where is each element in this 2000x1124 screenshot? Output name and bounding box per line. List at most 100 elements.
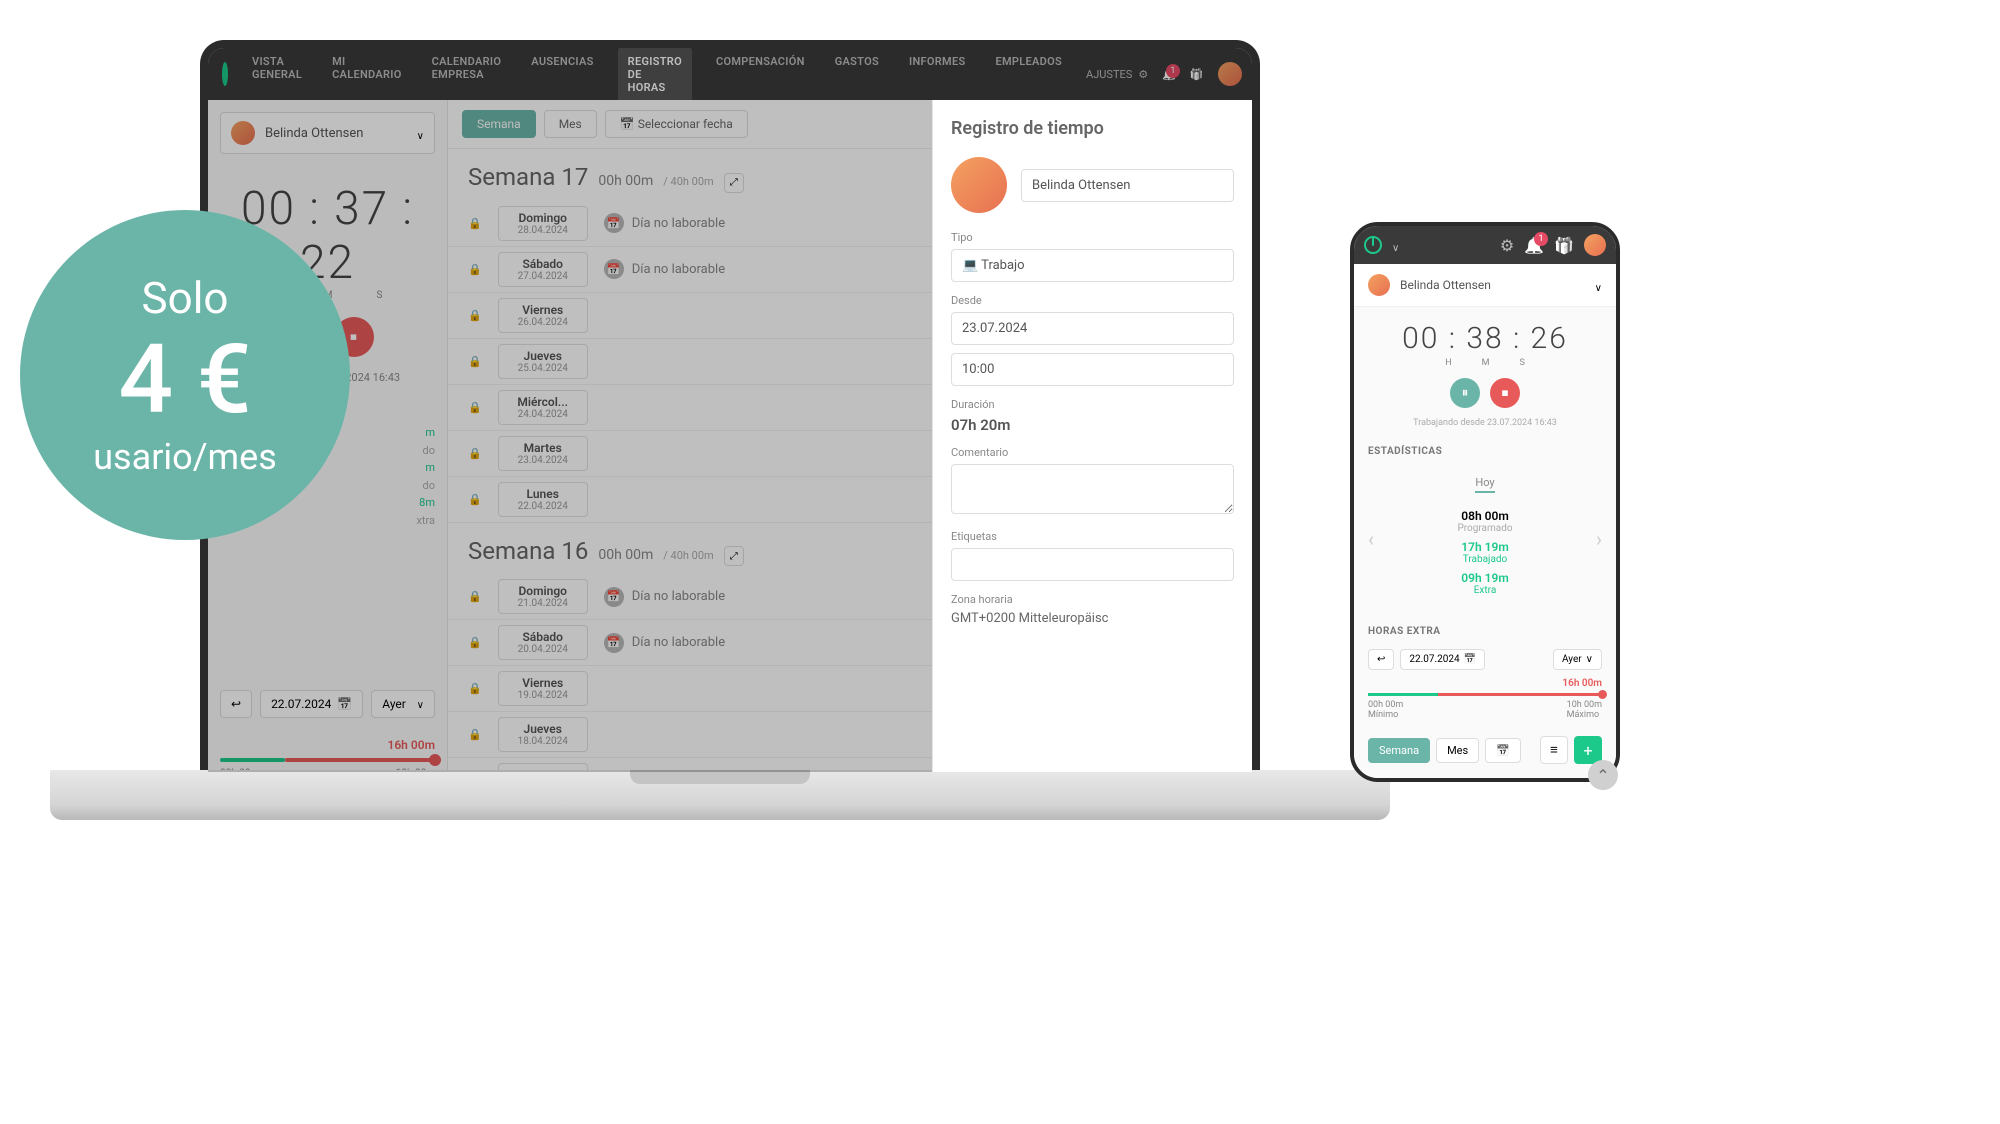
pause-button[interactable]	[1450, 378, 1480, 408]
day-label: Jueves 25.04.2024	[498, 344, 588, 379]
nonwork-icon: 📅	[604, 259, 624, 279]
phone-body: Belinda Ottensen 00 : 38 : 26 H M S Trab…	[1354, 264, 1616, 778]
tab-mes[interactable]: Mes	[1436, 738, 1479, 763]
ayer-select[interactable]: Ayer	[1553, 649, 1602, 670]
chevron-right-icon[interactable]: ›	[1596, 527, 1602, 551]
gift-icon[interactable]	[1554, 236, 1574, 255]
chevron-down-icon[interactable]	[1392, 236, 1399, 255]
day-label: Lunes 22.04.2024	[498, 482, 588, 517]
nav-item-ausencias[interactable]: AUSENCIAS	[525, 48, 599, 102]
sidebar-date-row: 22.07.2024 Ayer	[220, 690, 435, 718]
calendar-icon	[1464, 654, 1476, 665]
nav-item-compensación[interactable]: COMPENSACIÓN	[710, 48, 811, 102]
date-value: 22.07.2024	[271, 697, 331, 711]
date-picker[interactable]: 22.07.2024	[1400, 649, 1485, 670]
calendar-button[interactable]	[1485, 738, 1521, 763]
expand-button[interactable]: ⤢	[724, 173, 744, 193]
app-logo-icon	[222, 62, 228, 86]
desde-date-input[interactable]	[951, 312, 1234, 345]
day-label: Domingo 21.04.2024	[498, 579, 588, 614]
laptop-base	[50, 770, 1390, 820]
tipo-value: Trabajo	[981, 258, 1024, 273]
back-button[interactable]	[1368, 649, 1394, 670]
nav-item-registro-de-horas[interactable]: REGISTRO DE HORAS	[618, 48, 692, 102]
chevron-down-icon	[1595, 276, 1602, 295]
tab-semana[interactable]: Semana	[462, 110, 536, 138]
tab-mes[interactable]: Mes	[544, 110, 597, 138]
day-label: Viernes 19.04.2024	[498, 671, 588, 706]
gear-icon[interactable]	[1500, 236, 1514, 255]
chevron-down-icon	[417, 124, 424, 143]
day-label: Miércol... 24.04.2024	[498, 390, 588, 425]
phone-date-row: 22.07.2024 Ayer	[1354, 641, 1616, 678]
back-button[interactable]	[220, 690, 252, 718]
nav-item-calendario-empresa[interactable]: CALENDARIO EMPRESA	[426, 48, 508, 102]
phone-minmax: 00h 00mMínimo 10h 00mMáximo	[1368, 700, 1602, 720]
lock-icon: 🔒	[468, 263, 482, 276]
notifications-button[interactable]: 1	[1162, 68, 1176, 81]
settings-label: AJUSTES	[1086, 68, 1132, 81]
panel-user-input[interactable]	[1021, 169, 1234, 202]
chevron-left-icon[interactable]: ‹	[1368, 527, 1374, 551]
nav-item-vista-general[interactable]: VISTA GENERAL	[246, 48, 308, 102]
laptop-screen: VISTA GENERAL MI CALENDARIO CALENDARIO EMP…	[208, 48, 1252, 772]
price-line3: usario/mes	[93, 436, 277, 478]
range-bar: 16h 00m 00h 00mMínimo 10h 00mMáximo	[220, 738, 435, 772]
app-logo-icon	[1364, 236, 1382, 254]
user-name: Belinda Ottensen	[265, 126, 407, 141]
back-icon	[1377, 654, 1385, 665]
price-line1: Solo	[141, 272, 228, 324]
ayer-select[interactable]: Ayer	[371, 690, 435, 718]
tab-semana[interactable]: Semana	[1368, 738, 1430, 763]
nav-item-informes[interactable]: INFORMES	[903, 48, 972, 102]
nonwork-icon: 📅	[604, 633, 624, 653]
user-select[interactable]: Belinda Ottensen	[220, 112, 435, 154]
panel-title: Registro de tiempo	[951, 118, 1234, 139]
nav-items: VISTA GENERAL MI CALENDARIO CALENDARIO EMP…	[246, 48, 1068, 102]
comentario-input[interactable]	[951, 464, 1234, 514]
scroll-top-button[interactable]: ⌃	[1588, 760, 1618, 790]
avatar	[1368, 274, 1390, 296]
tipo-select[interactable]: 💻 Trabajo	[951, 249, 1234, 282]
nav-avatar[interactable]	[1218, 62, 1242, 86]
top-nav: VISTA GENERAL MI CALENDARIO CALENDARIO EMP…	[208, 48, 1252, 100]
gift-button[interactable]	[1190, 68, 1204, 81]
phone-nav-avatar[interactable]	[1584, 234, 1606, 256]
timer-s: S	[376, 290, 382, 301]
settings-link[interactable]: AJUSTES	[1086, 68, 1148, 81]
range-green	[220, 758, 285, 762]
nav-item-mi-calendario[interactable]: MI CALENDARIO	[326, 48, 408, 102]
lock-icon: 🔒	[468, 355, 482, 368]
phone-timer: 00 : 38 : 26 H M S Trabajando desde 23.0…	[1354, 307, 1616, 436]
day-status: 📅Día no laborable	[604, 213, 725, 233]
phone-timer-labels: H M S	[1354, 358, 1616, 368]
week-planned: / 40h 00m	[663, 175, 713, 188]
laptop-bezel: VISTA GENERAL MI CALENDARIO CALENDARIO EMP…	[200, 40, 1260, 780]
comentario-label: Comentario	[951, 446, 1234, 459]
gear-icon	[1138, 68, 1148, 81]
lock-icon: 🔒	[468, 217, 482, 230]
phone-since: Trabajando desde 23.07.2024 16:43	[1354, 418, 1616, 428]
gift-icon	[1190, 68, 1204, 81]
stop-button[interactable]	[1490, 378, 1520, 408]
etiquetas-input[interactable]	[951, 548, 1234, 581]
phone-digits: 00 : 38 : 26	[1354, 321, 1616, 356]
notification-badge: 1	[1534, 232, 1548, 246]
lock-icon: 🔒	[468, 682, 482, 695]
filter-button[interactable]: ≡	[1540, 736, 1568, 764]
expand-button[interactable]: ⤢	[724, 546, 744, 566]
lock-icon: 🔒	[468, 447, 482, 460]
tz-label: Zona horaria	[951, 593, 1234, 606]
notification-badge: 1	[1166, 64, 1180, 78]
etiquetas-label: Etiquetas	[951, 530, 1234, 543]
laptop-frame: VISTA GENERAL MI CALENDARIO CALENDARIO EMP…	[50, 20, 1390, 1080]
desde-label: Desde	[951, 294, 1234, 307]
desde-time-input[interactable]	[951, 353, 1234, 386]
date-picker[interactable]: 22.07.2024	[260, 690, 363, 718]
nav-item-gastos[interactable]: GASTOS	[829, 48, 885, 102]
select-date-button[interactable]: Seleccionar fecha	[605, 110, 748, 138]
phone-notifications[interactable]: 1	[1524, 236, 1544, 255]
ayer-label: Ayer	[382, 697, 406, 711]
nav-item-empleados[interactable]: EMPLEADOS	[990, 48, 1069, 102]
phone-user-select[interactable]: Belinda Ottensen	[1354, 264, 1616, 307]
